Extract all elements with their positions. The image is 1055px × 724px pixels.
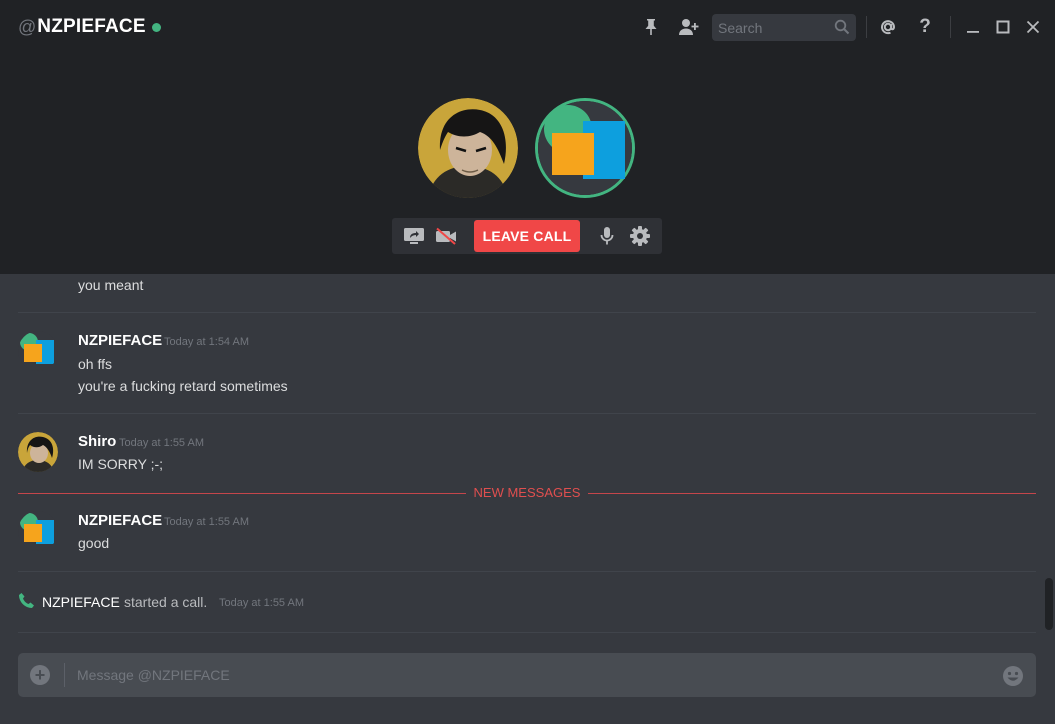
search-box[interactable] — [712, 14, 856, 41]
toolbar-divider — [866, 16, 867, 38]
close-icon[interactable] — [1020, 14, 1046, 40]
message-timestamp: Today at 1:55 AM — [119, 437, 204, 449]
channel-name: NZPIEFACE — [37, 16, 146, 37]
online-status-dot — [151, 23, 161, 32]
message-author[interactable]: Shiro — [78, 433, 116, 450]
phone-icon — [18, 592, 35, 614]
add-friend-icon[interactable] — [676, 14, 702, 40]
minimize-icon[interactable] — [960, 14, 986, 40]
message-line: good — [78, 535, 110, 551]
message-timestamp: Today at 1:55 AM — [219, 597, 304, 609]
message-line: you're a fucking retard sometimes — [78, 378, 288, 394]
avatar[interactable] — [18, 511, 58, 551]
call-controls: LEAVE CALL — [392, 218, 662, 254]
message-divider — [18, 632, 1036, 633]
message-line: you meant — [78, 277, 144, 293]
microphone-icon[interactable] — [594, 223, 620, 249]
message-composer: + — [18, 653, 1036, 697]
message-divider — [18, 312, 1036, 313]
scrollbar-thumb[interactable] — [1045, 578, 1053, 630]
leave-call-button[interactable]: LEAVE CALL — [474, 220, 580, 252]
message-input[interactable] — [77, 653, 977, 697]
pin-icon[interactable] — [638, 14, 664, 40]
call-panel: @ NZPIEFACE ? — [0, 0, 1055, 274]
new-messages-label: NEW MESSAGES — [473, 485, 581, 500]
maximize-icon[interactable] — [990, 14, 1016, 40]
avatar[interactable] — [18, 432, 58, 472]
call-started-user[interactable]: NZPIEFACE — [42, 594, 120, 610]
message-divider — [18, 413, 1036, 414]
message-list[interactable]: you meant NZPIEFACE Today at 1:54 AM oh … — [0, 274, 1044, 634]
composer-divider — [64, 663, 65, 687]
message-line: oh ffs — [78, 356, 112, 372]
message-line: IM SORRY ;-; — [78, 456, 164, 472]
screen-share-icon[interactable] — [401, 223, 427, 249]
help-icon[interactable]: ? — [912, 14, 938, 40]
message-timestamp: Today at 1:54 AM — [164, 336, 249, 348]
emoji-icon[interactable] — [1002, 665, 1024, 687]
new-messages-divider — [18, 493, 466, 494]
new-messages-divider — [588, 493, 1036, 494]
participant-avatar-nzpieface[interactable] — [535, 98, 635, 198]
participant-avatar-shiro[interactable] — [418, 98, 518, 198]
search-input[interactable] — [712, 14, 832, 41]
message-divider — [18, 571, 1036, 572]
mention-icon[interactable] — [875, 14, 901, 40]
at-symbol: @ — [18, 16, 37, 37]
message-timestamp: Today at 1:55 AM — [164, 516, 249, 528]
avatar[interactable] — [18, 331, 58, 371]
message-author[interactable]: NZPIEFACE — [78, 332, 162, 349]
channel-title: @ NZPIEFACE — [18, 16, 161, 38]
search-icon[interactable] — [834, 19, 850, 40]
message-author[interactable]: NZPIEFACE — [78, 512, 162, 529]
video-off-icon[interactable] — [433, 223, 459, 249]
upload-plus-icon[interactable]: + — [30, 665, 50, 685]
toolbar-divider — [950, 16, 951, 38]
settings-icon[interactable] — [627, 223, 653, 249]
call-started-text: started a call. — [124, 594, 208, 610]
